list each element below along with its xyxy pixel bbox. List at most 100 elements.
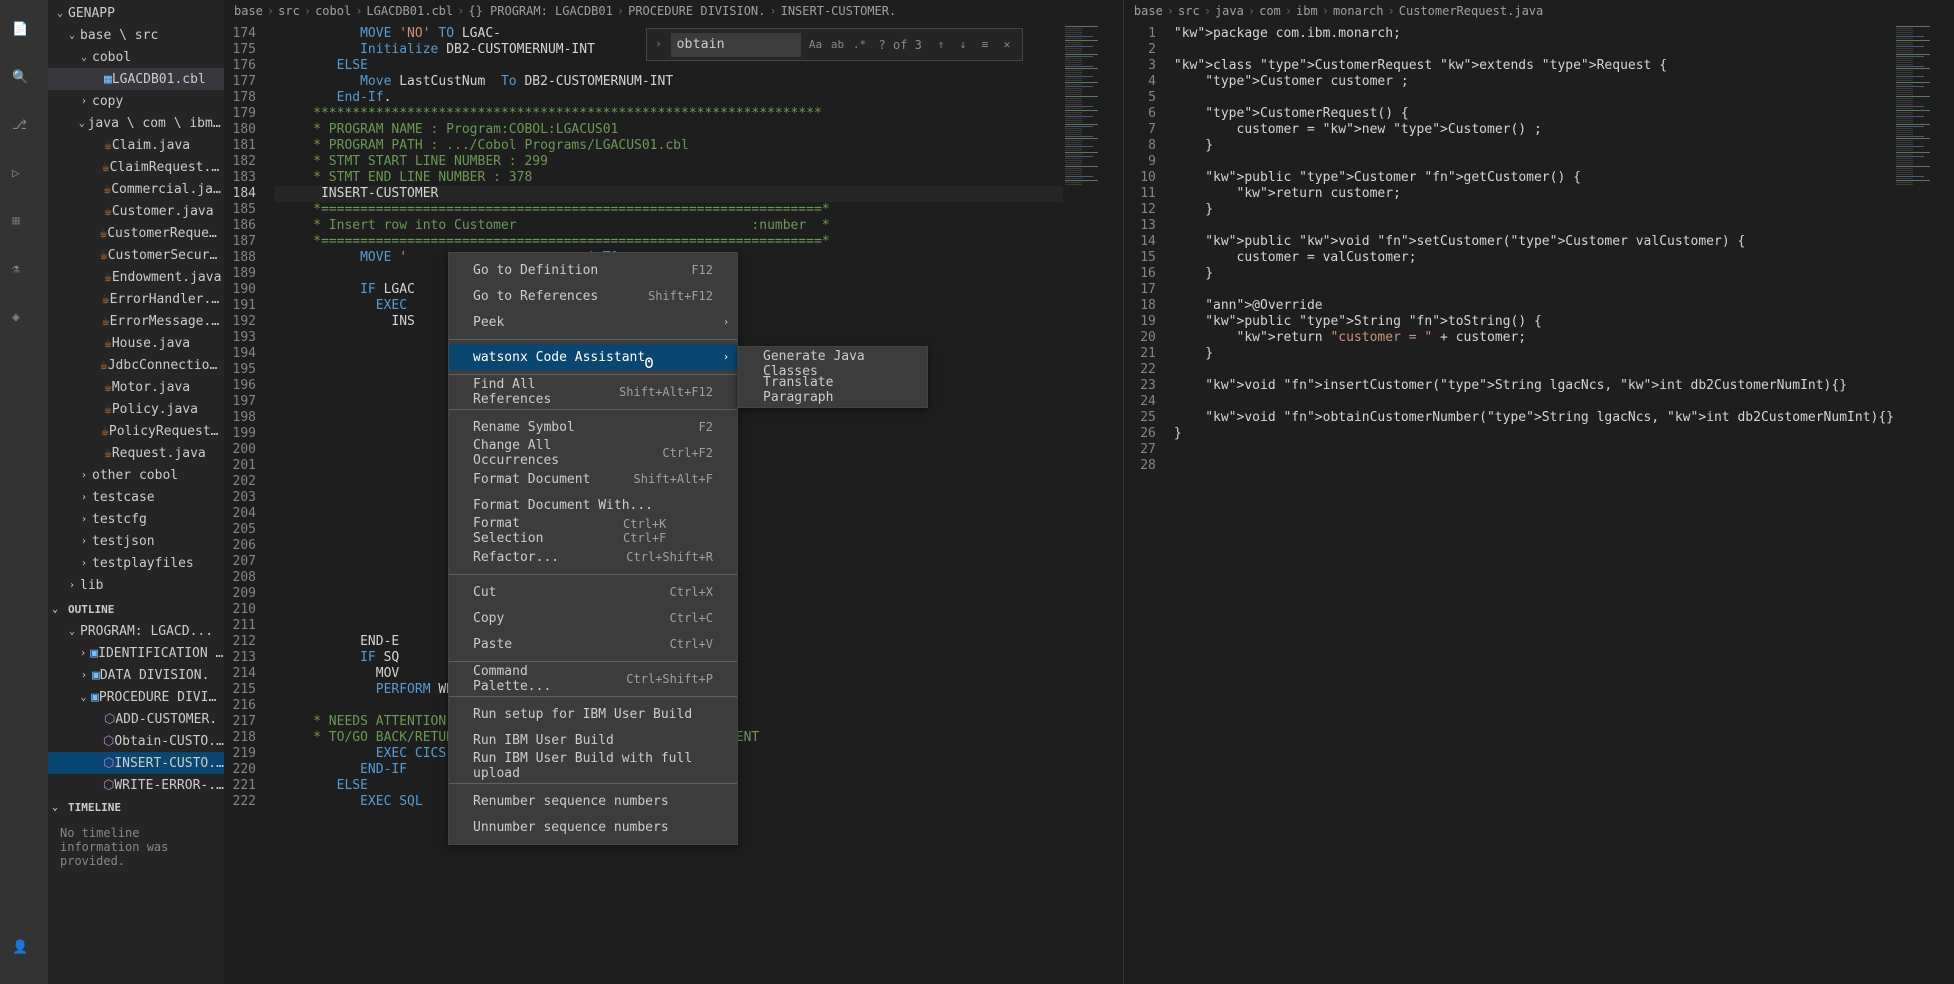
menu-item[interactable]: Run IBM User Build with full upload (449, 753, 737, 779)
folder-lib[interactable]: ›lib (48, 574, 224, 596)
outline-header[interactable]: ⌄OUTLINE (48, 598, 224, 620)
file-item[interactable]: ☕ Motor.java (48, 376, 224, 398)
menu-item[interactable]: Go to ReferencesShift+F12 (449, 283, 737, 309)
breadcrumb-item[interactable]: INSERT-CUSTOMER. (781, 4, 897, 18)
code-area-right[interactable]: 1234567891011121314151617181920212223242… (1124, 22, 1954, 984)
root-folder[interactable]: ⌄GENAPP (48, 2, 224, 24)
menu-item[interactable]: CutCtrl+X (449, 579, 737, 605)
activity-bar: 📄 🔍 ⎇ ▷ ⊞ ⚗ ◈ 👤 (0, 0, 48, 984)
folder-copy[interactable]: ›copy (48, 90, 224, 112)
folder-cobol[interactable]: ⌄cobol (48, 46, 224, 68)
folder-item[interactable]: ›testjson (48, 530, 224, 552)
explorer-icon[interactable]: 📄 (12, 22, 36, 46)
breadcrumb-left[interactable]: base›src›cobol›LGACDB01.cbl›{} PROGRAM: … (224, 0, 1123, 22)
menu-item[interactable]: PasteCtrl+V (449, 631, 737, 657)
breadcrumb-item[interactable]: cobol (315, 4, 351, 18)
menu-item[interactable]: Command Palette...Ctrl+Shift+P (449, 666, 737, 692)
source-control-icon[interactable]: ⎇ (12, 118, 36, 142)
folder-item[interactable]: ›testcase (48, 486, 224, 508)
folder-item[interactable]: ›testplayfiles (48, 552, 224, 574)
outline-item[interactable]: ⌄▣ PROCEDURE DIVI... (48, 686, 224, 708)
file-item[interactable]: ☕ ClaimRequest.java (48, 156, 224, 178)
find-whole-word[interactable]: ab (828, 35, 848, 55)
folder-item[interactable]: ›other cobol (48, 464, 224, 486)
breadcrumb-item[interactable]: {} PROGRAM: LGACDB01 (468, 4, 613, 18)
minimap-right[interactable] (1894, 22, 1954, 984)
breadcrumb-right[interactable]: base›src›java›com›ibm›monarch›CustomerRe… (1124, 0, 1954, 22)
menu-item[interactable]: Change All OccurrencesCtrl+F2 (449, 440, 737, 466)
menu-item[interactable]: Renumber sequence numbers (449, 788, 737, 814)
breadcrumb-item[interactable]: src (1178, 4, 1200, 18)
find-regex[interactable]: .* (850, 35, 870, 55)
file-item[interactable]: ☕ CustomerSecure.ja... (48, 244, 224, 266)
breadcrumb-item[interactable]: com (1259, 4, 1281, 18)
file-item[interactable]: ☕ Endowment.java (48, 266, 224, 288)
find-next[interactable]: ↓ (953, 35, 973, 55)
breadcrumb-item[interactable]: src (278, 4, 300, 18)
folder-item[interactable]: ›testcfg (48, 508, 224, 530)
submenu-item[interactable]: Translate Paragraph (739, 377, 927, 403)
file-item[interactable]: ☕ ErrorMessage.java (48, 310, 224, 332)
breadcrumb-item[interactable]: base (234, 4, 263, 18)
file-explorer: ⌄GENAPP ⌄base \ src ⌄cobol ▦ LGACDB01.cb… (48, 0, 224, 598)
menu-item[interactable]: Peek› (449, 309, 737, 335)
find-match-case[interactable]: Aa (806, 35, 826, 55)
breadcrumb-item[interactable]: PROCEDURE DIVISION. (628, 4, 765, 18)
file-lgacdb01[interactable]: ▦ LGACDB01.cbl (48, 68, 224, 90)
menu-item[interactable]: Refactor...Ctrl+Shift+R (449, 544, 737, 570)
folder-base-src[interactable]: ⌄base \ src (48, 24, 224, 46)
find-filter[interactable]: ≡ (975, 35, 995, 55)
file-item[interactable]: ☕ House.java (48, 332, 224, 354)
menu-item[interactable]: Find All ReferencesShift+Alt+F12 (449, 379, 737, 405)
file-item[interactable]: ☕ Request.java (48, 442, 224, 464)
file-item[interactable]: ☕ Commercial.java (48, 178, 224, 200)
menu-item[interactable]: Unnumber sequence numbers (449, 814, 737, 840)
extensions-icon[interactable]: ⊞ (12, 214, 36, 238)
menu-item[interactable]: watsonx Code Assistant› (449, 344, 737, 370)
breadcrumb-item[interactable]: base (1134, 4, 1163, 18)
menu-item[interactable]: Go to DefinitionF12 (449, 257, 737, 283)
run-debug-icon[interactable]: ▷ (12, 166, 36, 190)
menu-item[interactable]: Rename SymbolF2 (449, 414, 737, 440)
outline-item[interactable]: ⬡ ADD-CUSTOMER. (48, 708, 224, 730)
breadcrumb-item[interactable]: CustomerRequest.java (1399, 4, 1544, 18)
breadcrumb-item[interactable]: ibm (1296, 4, 1318, 18)
breadcrumb-item[interactable]: monarch (1333, 4, 1384, 18)
file-item[interactable]: ☕ CustomerRequest.ja... (48, 222, 224, 244)
file-item[interactable]: ☕ Claim.java (48, 134, 224, 156)
folder-java-path[interactable]: ⌄java \ com \ ibm \ mo... (48, 112, 224, 134)
outline-item[interactable]: ⬡ Obtain-CUSTO... (48, 730, 224, 752)
assistant-icon[interactable]: ◈ (12, 310, 36, 334)
find-prev[interactable]: ↑ (931, 35, 951, 55)
file-item[interactable]: ☕ ErrorHandler.java (48, 288, 224, 310)
find-toggle-replace[interactable]: › (651, 39, 667, 50)
timeline-header[interactable]: ⌄TIMELINE (48, 796, 224, 818)
file-item[interactable]: ☕ PolicyRequest.java (48, 420, 224, 442)
menu-item[interactable]: CopyCtrl+C (449, 605, 737, 631)
submenu-item[interactable]: Generate Java Classes (739, 351, 927, 377)
menu-item[interactable]: Format SelectionCtrl+K Ctrl+F (449, 518, 737, 544)
menu-item[interactable]: Run setup for IBM User Build (449, 701, 737, 727)
breadcrumb-item[interactable]: java (1215, 4, 1244, 18)
code-right[interactable]: "kw">package com.ibm.monarch;"kw">class … (1174, 22, 1894, 984)
outline-item[interactable]: ›▣ IDENTIFICATION ... (48, 642, 224, 664)
outline-item[interactable]: ⬡ WRITE-ERROR-... (48, 774, 224, 796)
outline-item[interactable]: ⌄PROGRAM: LGACD... (48, 620, 224, 642)
accounts-icon[interactable]: 👤 (12, 940, 36, 964)
file-item[interactable]: ☕ JdbcConnection.ja... (48, 354, 224, 376)
menu-item[interactable]: Format Document With... (449, 492, 737, 518)
minimap-left[interactable] (1063, 22, 1123, 984)
file-item[interactable]: ☕ Policy.java (48, 398, 224, 420)
find-close[interactable]: ✕ (997, 35, 1017, 55)
context-submenu: Generate Java ClassesTranslate Paragraph (738, 346, 928, 408)
testing-icon[interactable]: ⚗ (12, 262, 36, 286)
breadcrumb-item[interactable]: LGACDB01.cbl (366, 4, 453, 18)
find-input[interactable] (671, 33, 801, 57)
outline-item[interactable]: ⬡ INSERT-CUSTO... (48, 752, 224, 774)
outline-item[interactable]: ›▣ DATA DIVISION. (48, 664, 224, 686)
gutter-left: 1741751761771781791801811821831841851861… (224, 22, 274, 984)
menu-item[interactable]: Format DocumentShift+Alt+F (449, 466, 737, 492)
search-icon[interactable]: 🔍 (12, 70, 36, 94)
file-item[interactable]: ☕ Customer.java (48, 200, 224, 222)
menu-item[interactable]: Run IBM User Build (449, 727, 737, 753)
